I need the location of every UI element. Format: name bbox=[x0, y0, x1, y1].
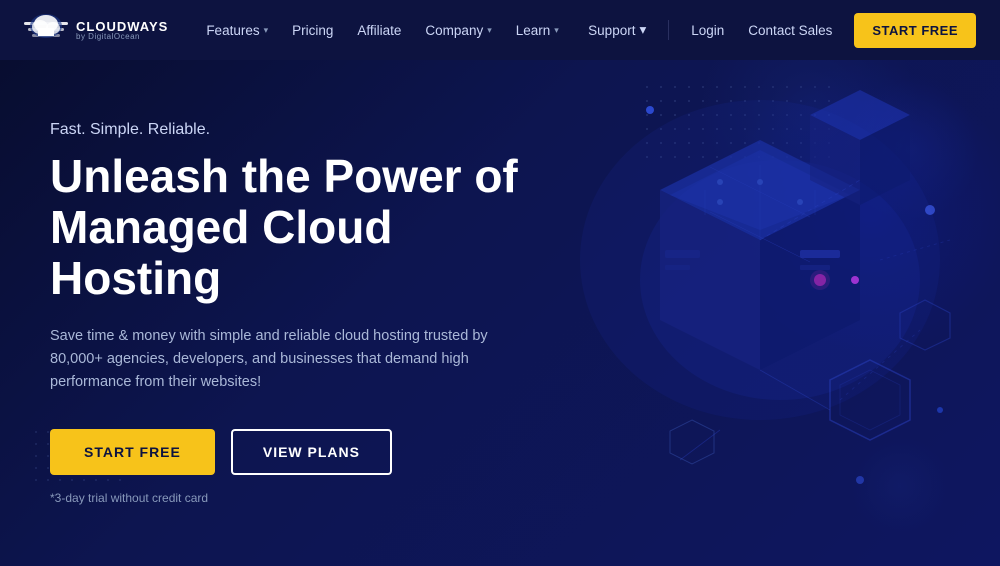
nav-start-free-button[interactable]: START FREE bbox=[854, 13, 976, 48]
nav-divider bbox=[668, 20, 669, 40]
hero-start-free-button[interactable]: START FREE bbox=[50, 429, 215, 475]
brand-subtitle: by DigitalOcean bbox=[76, 33, 168, 41]
nav-learn[interactable]: Learn ▾ bbox=[506, 17, 569, 44]
brand-name: CLOUDWAYS bbox=[76, 20, 168, 33]
nav-login[interactable]: Login bbox=[681, 17, 734, 44]
hero-buttons: START FREE VIEW PLANS bbox=[50, 429, 560, 475]
learn-dropdown-icon: ▾ bbox=[554, 25, 559, 36]
trial-note: *3-day trial without credit card bbox=[50, 491, 560, 505]
logo[interactable]: CLOUDWAYS by DigitalOcean bbox=[24, 14, 168, 46]
features-dropdown-icon: ▾ bbox=[264, 25, 269, 36]
nav-left: CLOUDWAYS by DigitalOcean Features ▾ Pri… bbox=[24, 14, 569, 46]
hero-description: Save time & money with simple and reliab… bbox=[50, 325, 530, 395]
nav-company[interactable]: Company ▾ bbox=[415, 17, 501, 44]
navbar: CLOUDWAYS by DigitalOcean Features ▾ Pri… bbox=[0, 0, 1000, 60]
nav-support[interactable]: Support ▾ bbox=[578, 16, 656, 44]
nav-affiliate[interactable]: Affiliate bbox=[347, 17, 411, 44]
nav-features[interactable]: Features ▾ bbox=[196, 17, 278, 44]
hero-section: Fast. Simple. Reliable. Unleash the Powe… bbox=[0, 60, 1000, 566]
company-dropdown-icon: ▾ bbox=[487, 25, 492, 36]
nav-contact-sales[interactable]: Contact Sales bbox=[738, 17, 842, 44]
hero-view-plans-button[interactable]: VIEW PLANS bbox=[231, 429, 392, 475]
cloudways-logo-icon bbox=[24, 14, 68, 46]
nav-links: Features ▾ Pricing Affiliate Company ▾ L… bbox=[196, 17, 568, 44]
nav-pricing[interactable]: Pricing bbox=[282, 17, 343, 44]
hero-content: Fast. Simple. Reliable. Unleash the Powe… bbox=[0, 121, 560, 504]
hero-title: Unleash the Power of Managed Cloud Hosti… bbox=[50, 151, 560, 303]
support-dropdown-icon: ▾ bbox=[639, 22, 646, 38]
nav-right: Support ▾ Login Contact Sales START FREE bbox=[578, 13, 976, 48]
hero-tagline: Fast. Simple. Reliable. bbox=[50, 121, 560, 139]
